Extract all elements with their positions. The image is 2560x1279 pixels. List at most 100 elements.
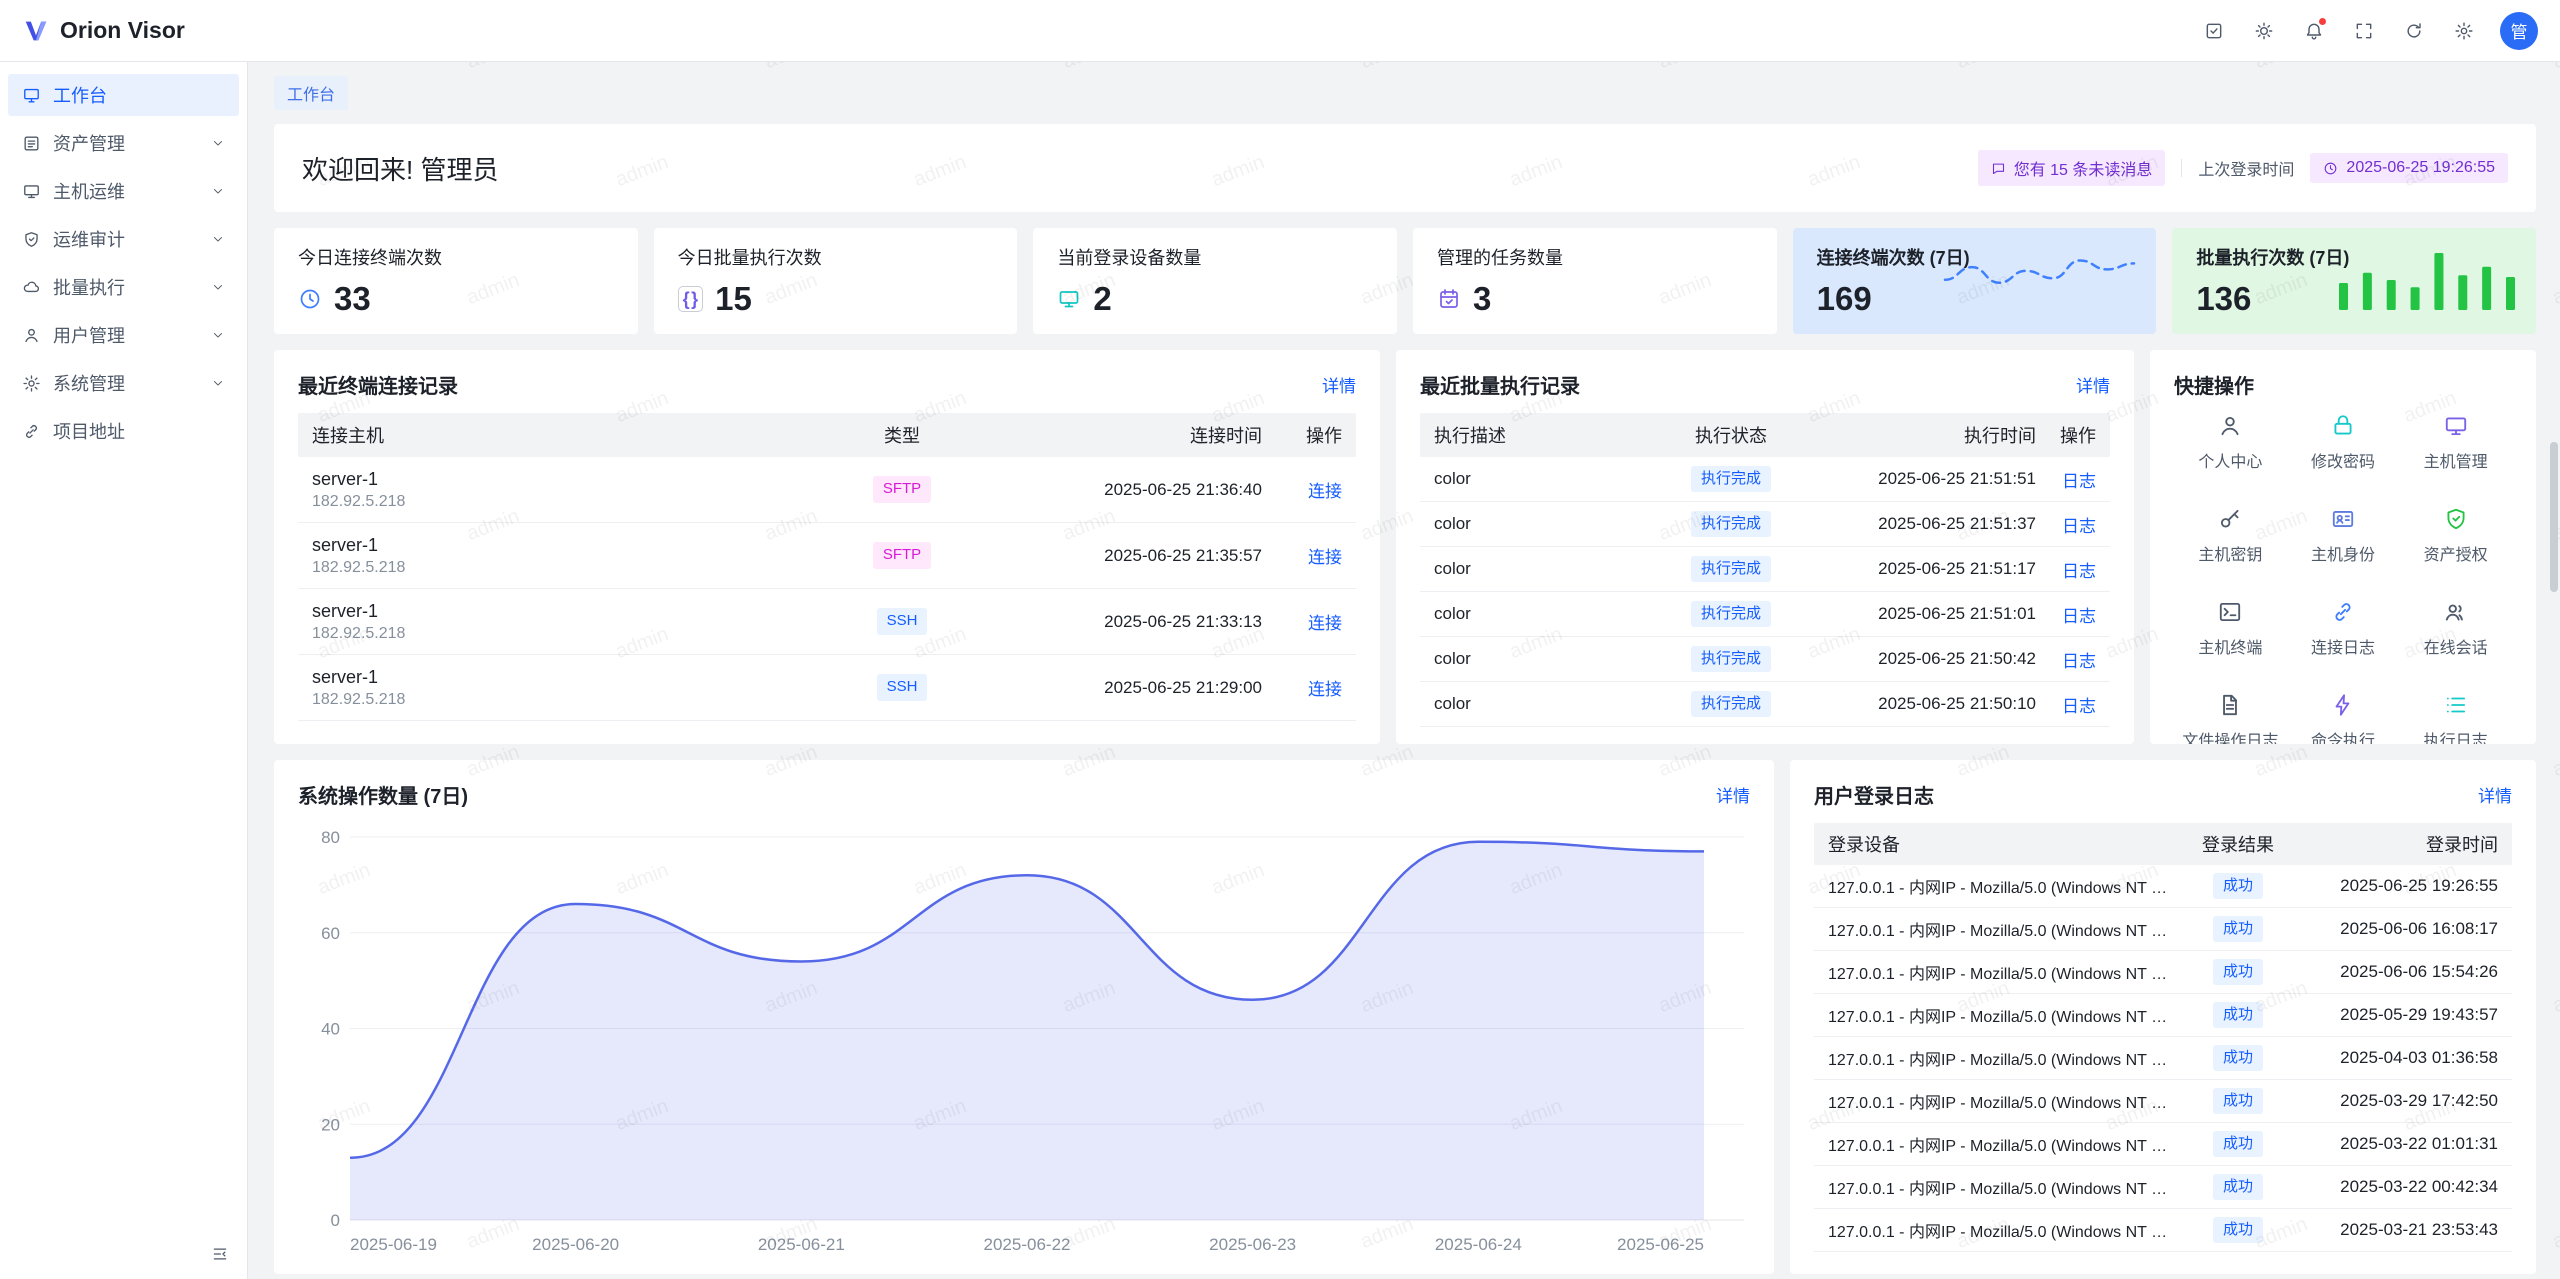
host-name: server-1: [312, 467, 832, 491]
user-icon: [22, 326, 41, 345]
users-icon: [2443, 599, 2469, 625]
exec-time: 2025-06-25 21:51:51: [1806, 469, 2036, 489]
quick-action-asset-authorization[interactable]: 资产授权: [2399, 506, 2512, 565]
stat-label: 今日连接终端次数: [298, 244, 614, 270]
login-time: 2025-05-29 19:43:57: [2293, 1005, 2498, 1025]
result-badge: 成功: [2213, 1217, 2263, 1243]
sidebar-item-workbench[interactable]: 工作台: [8, 74, 239, 116]
login-device: 127.0.0.1 - 内网IP - Mozilla/5.0 (Windows …: [1828, 1132, 2183, 1156]
detail-link[interactable]: 详情: [2076, 372, 2110, 397]
quick-action-online-sessions[interactable]: 在线会话: [2399, 599, 2512, 658]
svg-text:20: 20: [321, 1115, 340, 1134]
avatar[interactable]: 管: [2500, 12, 2538, 50]
detail-link[interactable]: 详情: [2478, 782, 2512, 807]
log-link[interactable]: 日志: [2062, 652, 2096, 671]
column-header: 执行时间: [1806, 422, 2036, 448]
list-icon: [2443, 692, 2469, 718]
host-ip: 182.92.5.218: [312, 557, 832, 579]
sidebar-item-host-ops[interactable]: 主机运维: [8, 170, 239, 212]
quick-action-host-management[interactable]: 主机管理: [2399, 413, 2512, 472]
login-device: 127.0.0.1 - 内网IP - Mozilla/5.0 (Windows …: [1828, 1218, 2183, 1242]
quick-action-host-terminal[interactable]: 主机终端: [2174, 599, 2287, 658]
sidebar-footer: [8, 1237, 239, 1271]
fullscreen-button[interactable]: [2344, 11, 2384, 51]
stat-card-devices: 当前登录设备数量 2: [1033, 228, 1397, 334]
login-device: 127.0.0.1 - 内网IP - Mozilla/5.0 (Windows …: [1828, 874, 2183, 898]
quick-action-file-operation-log[interactable]: 文件操作日志: [2174, 692, 2287, 744]
braces-icon: { }: [678, 286, 704, 312]
table-row: 127.0.0.1 - 内网IP - Mozilla/5.0 (Windows …: [1814, 865, 2512, 908]
panel-title: 最近终端连接记录: [298, 370, 458, 399]
sidebar-collapse-button[interactable]: [207, 1241, 233, 1267]
connect-link[interactable]: 连接: [1308, 680, 1342, 699]
sidebar-item-project-url[interactable]: 项目地址: [8, 410, 239, 452]
terminal-records-panel: 最近终端连接记录 详情 连接主机 类型 连接时间 操作 server-1182.…: [274, 350, 1380, 744]
host-name: server-1: [312, 665, 832, 689]
column-header: 操作: [2036, 422, 2096, 448]
breadcrumb: 工作台: [274, 76, 2536, 110]
connect-link[interactable]: 连接: [1308, 482, 1342, 501]
column-header: 连接时间: [972, 422, 1262, 448]
refresh-button[interactable]: [2394, 11, 2434, 51]
chevron-down-icon: [211, 328, 225, 342]
log-link[interactable]: 日志: [2062, 517, 2096, 536]
chevron-down-icon: [211, 376, 225, 390]
quick-action-host-identity[interactable]: 主机身份: [2287, 506, 2400, 565]
quick-action-exec-log[interactable]: 执行日志: [2399, 692, 2512, 744]
stat-card-batch-7d: 批量执行次数 (7日) 136: [2172, 228, 2536, 334]
exec-desc: color: [1434, 469, 1656, 489]
quick-action-change-password[interactable]: 修改密码: [2287, 413, 2400, 472]
table-row: color 执行完成 2025-06-25 21:51:17 日志: [1420, 547, 2110, 592]
login-time: 2025-03-22 00:42:34: [2293, 1177, 2498, 1197]
log-link[interactable]: 日志: [2062, 607, 2096, 626]
login-time: 2025-03-22 01:01:31: [2293, 1134, 2498, 1154]
log-link[interactable]: 日志: [2062, 472, 2096, 491]
unread-messages-badge[interactable]: 您有 15 条未读消息: [1978, 150, 2166, 186]
notifications-button[interactable]: [2294, 11, 2334, 51]
app-title: Orion Visor: [60, 17, 185, 44]
log-link[interactable]: 日志: [2062, 562, 2096, 581]
quick-action-connection-log[interactable]: 连接日志: [2287, 599, 2400, 658]
detail-link[interactable]: 详情: [1322, 372, 1356, 397]
sidebar-item-audit[interactable]: 运维审计: [8, 218, 239, 260]
type-badge: SSH: [877, 608, 928, 634]
column-header: 操作: [1262, 422, 1342, 448]
sidebar-item-label: 批量执行: [53, 274, 125, 300]
user-icon: [2217, 413, 2243, 439]
sidebar-item-users[interactable]: 用户管理: [8, 314, 239, 356]
sidebar-item-batch-exec[interactable]: 批量执行: [8, 266, 239, 308]
stat-label: 当前登录设备数量: [1057, 244, 1373, 270]
scrollbar-thumb[interactable]: [2550, 442, 2558, 592]
login-device: 127.0.0.1 - 内网IP - Mozilla/5.0 (Windows …: [1828, 1089, 2183, 1113]
sidebar-item-label: 系统管理: [53, 370, 125, 396]
theme-toggle-button[interactable]: [2244, 11, 2284, 51]
log-link[interactable]: 日志: [2062, 697, 2096, 716]
table-row: 127.0.0.1 - 内网IP - Mozilla/5.0 (Windows …: [1814, 1080, 2512, 1123]
table-row: color 执行完成 2025-06-25 21:51:51 日志: [1420, 457, 2110, 502]
welcome-title: 欢迎回来! 管理员: [302, 150, 498, 187]
stat-value: 2: [1093, 280, 1111, 318]
settings-button[interactable]: [2444, 11, 2484, 51]
task-calendar-icon: [1437, 287, 1461, 311]
sidebar-item-assets[interactable]: 资产管理: [8, 122, 239, 164]
quick-action-command-exec[interactable]: 命令执行: [2287, 692, 2400, 744]
svg-text:2025-06-22: 2025-06-22: [984, 1235, 1071, 1254]
login-device: 127.0.0.1 - 内网IP - Mozilla/5.0 (Windows …: [1828, 960, 2183, 984]
sidebar-item-system[interactable]: 系统管理: [8, 362, 239, 404]
connect-link[interactable]: 连接: [1308, 548, 1342, 567]
detail-link[interactable]: 详情: [1716, 782, 1750, 807]
exec-desc: color: [1434, 514, 1656, 534]
quick-action-personal-center[interactable]: 个人中心: [2174, 413, 2287, 472]
sidebar-item-label: 项目地址: [53, 418, 125, 444]
exec-desc: color: [1434, 604, 1656, 624]
breadcrumb-item[interactable]: 工作台: [274, 76, 348, 110]
key-icon: [2217, 506, 2243, 532]
select-tasks-button[interactable]: [2194, 11, 2234, 51]
login-time: 2025-03-29 17:42:50: [2293, 1091, 2498, 1111]
status-badge: 执行完成: [1691, 601, 1771, 627]
connect-link[interactable]: 连接: [1308, 614, 1342, 633]
chevron-down-icon: [211, 184, 225, 198]
column-header: 执行状态: [1656, 422, 1806, 448]
quick-action-host-keys[interactable]: 主机密钥: [2174, 506, 2287, 565]
host-icon: [22, 182, 41, 201]
